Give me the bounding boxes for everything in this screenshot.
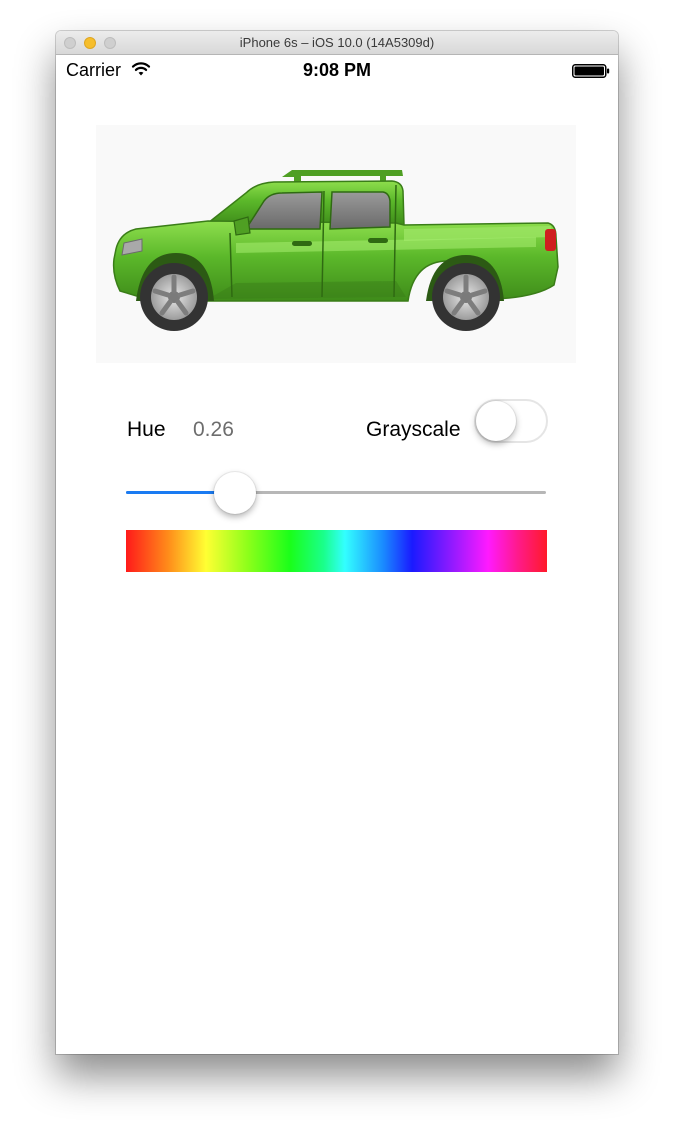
grayscale-switch[interactable] — [474, 399, 548, 443]
status-time: 9:08 PM — [302, 60, 372, 80]
hue-label: Hue — [127, 418, 166, 441]
hue-value: 0.26 — [193, 418, 234, 441]
status-bar: Carrier 9:08 PM — [56, 55, 618, 87]
battery-full-icon — [572, 64, 610, 78]
car-image — [96, 125, 576, 363]
device-screen: Carrier 9:08 PM Hue 0.26 Grayscale — [56, 55, 618, 1054]
window-title: iPhone 6s – iOS 10.0 (14A5309d) — [239, 35, 435, 50]
pickup-truck-illustration — [112, 170, 559, 331]
hue-slider[interactable] — [126, 472, 546, 514]
slider-thumb[interactable] — [214, 472, 257, 514]
simulator-window: iPhone 6s – iOS 10.0 (14A5309d) Carrier … — [56, 31, 618, 1054]
window-titlebar: iPhone 6s – iOS 10.0 (14A5309d) — [56, 31, 618, 55]
switch-knob[interactable] — [476, 401, 516, 441]
hue-spectrum-bar — [126, 530, 547, 572]
grayscale-label: Grayscale — [366, 418, 461, 441]
